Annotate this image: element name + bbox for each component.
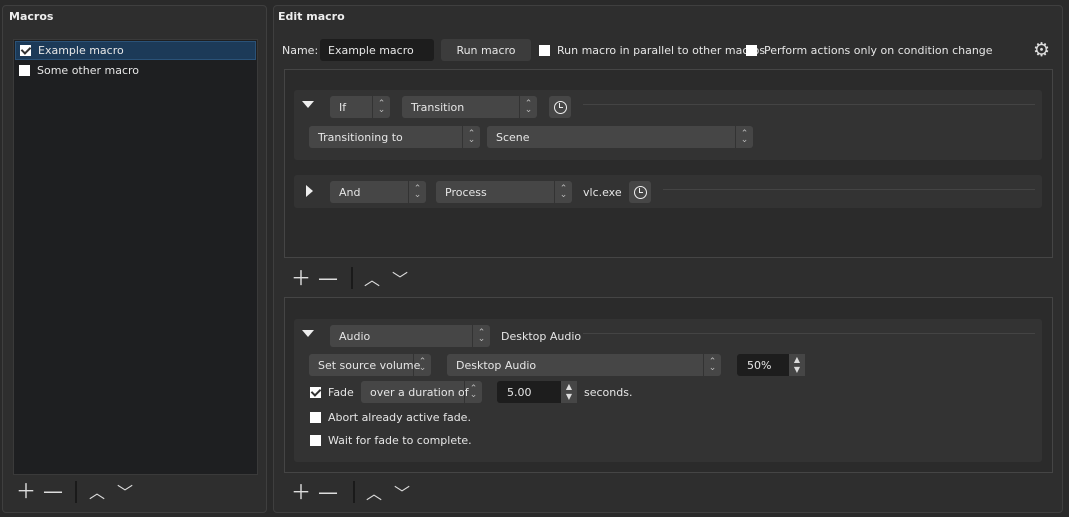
macro-enabled-checkbox[interactable]: [19, 65, 30, 76]
transition-condition-select[interactable]: Transitioning to ⌃ ⌄: [309, 126, 480, 148]
expand-triangle-icon[interactable]: [306, 185, 313, 197]
wait-option[interactable]: Wait for fade to complete.: [310, 429, 472, 451]
add-action-button[interactable]: ＋: [291, 482, 311, 502]
condition-logic-select[interactable]: If ⌃ ⌄: [330, 96, 390, 118]
condition-type-select[interactable]: Process ⌃ ⌄: [436, 181, 572, 203]
fade-mode-select[interactable]: over a duration of ⌃ ⌄: [361, 381, 482, 403]
on-change-label: Perform actions only on condition change: [764, 43, 993, 57]
macros-group: Macros Example macro Some other macro ＋ …: [2, 5, 267, 513]
wait-label: Wait for fade to complete.: [328, 433, 472, 447]
parallel-option[interactable]: Run macro in parallel to other macros: [539, 39, 765, 61]
macro-name: Example macro: [38, 44, 124, 57]
toolbar-divider: [353, 481, 355, 503]
audio-action-select[interactable]: Set source volume ⌃ ⌄: [309, 354, 431, 376]
divider-line: [583, 333, 1035, 334]
abort-option[interactable]: Abort already active fade.: [310, 406, 471, 428]
wait-checkbox[interactable]: [310, 434, 321, 446]
remove-action-button[interactable]: —: [318, 482, 338, 502]
condition-type-select[interactable]: Transition ⌃ ⌄: [402, 96, 537, 118]
fade-option[interactable]: Fade: [310, 381, 354, 403]
toolbar-divider: [75, 481, 77, 503]
abort-checkbox[interactable]: [310, 411, 321, 423]
chevron-updown-icon: ⌃ ⌄: [462, 126, 480, 148]
chevron-updown-icon: ⌃ ⌄: [703, 354, 721, 376]
spin-arrows-icon[interactable]: ▲ ▼: [561, 381, 577, 403]
macro-name-input[interactable]: Example macro: [320, 39, 434, 61]
parallel-checkbox[interactable]: [539, 44, 550, 56]
chevron-updown-icon: ⌃ ⌄: [472, 325, 490, 347]
move-condition-up-button[interactable]: ︿: [364, 270, 380, 290]
seconds-label: seconds.: [584, 385, 633, 399]
macro-list-item[interactable]: Example macro: [15, 41, 256, 60]
divider-line: [663, 189, 1035, 190]
macro-name: Some other macro: [37, 64, 140, 77]
chevron-updown-icon: ⌃ ⌄: [464, 381, 482, 403]
chevron-updown-icon: ⌃ ⌄: [413, 354, 431, 376]
divider-line: [583, 104, 1035, 105]
macro-list-item[interactable]: Some other macro: [15, 61, 256, 80]
collapse-triangle-icon[interactable]: [302, 330, 314, 337]
on-change-option[interactable]: Perform actions only on condition change: [746, 39, 993, 61]
move-macro-up-button[interactable]: ︿: [89, 483, 105, 503]
name-label: Name:: [282, 43, 319, 57]
macro-enabled-checkbox[interactable]: [20, 45, 31, 56]
action-source-label: Desktop Audio: [501, 329, 582, 343]
on-change-checkbox[interactable]: [746, 44, 757, 56]
condition-logic-select[interactable]: And ⌃ ⌄: [330, 181, 426, 203]
spin-arrows-icon[interactable]: ▲ ▼: [789, 354, 805, 376]
chevron-updown-icon: ⌃ ⌄: [408, 181, 426, 203]
move-action-down-button[interactable]: ﹀: [394, 484, 410, 504]
move-macro-down-button[interactable]: ﹀: [117, 483, 133, 503]
remove-macro-button[interactable]: —: [43, 481, 63, 501]
add-macro-button[interactable]: ＋: [16, 481, 36, 501]
macros-title: Macros: [9, 10, 54, 23]
edit-macro-title: Edit macro: [278, 10, 345, 23]
fade-label: Fade: [328, 385, 354, 399]
duration-clock-icon[interactable]: [549, 96, 571, 118]
chevron-updown-icon: ⌃ ⌄: [735, 126, 753, 148]
settings-gear-icon[interactable]: ⚙: [1033, 40, 1050, 60]
collapse-triangle-icon[interactable]: [302, 101, 314, 108]
action-type-select[interactable]: Audio ⌃ ⌄: [330, 325, 490, 347]
move-action-up-button[interactable]: ︿: [366, 484, 382, 504]
parallel-label: Run macro in parallel to other macros: [557, 43, 766, 57]
volume-spinbox[interactable]: 50% ▲ ▼: [737, 354, 805, 376]
duration-clock-icon[interactable]: [629, 181, 651, 203]
fade-checkbox[interactable]: [310, 386, 321, 398]
audio-source-select[interactable]: Desktop Audio ⌃ ⌄: [447, 354, 721, 376]
toolbar-divider: [351, 267, 353, 289]
abort-label: Abort already active fade.: [328, 410, 471, 424]
scene-select[interactable]: Scene ⌃ ⌄: [487, 126, 753, 148]
chevron-updown-icon: ⌃ ⌄: [519, 96, 537, 118]
add-condition-button[interactable]: ＋: [291, 268, 311, 288]
process-value: vlc.exe: [583, 185, 622, 199]
chevron-updown-icon: ⌃ ⌄: [554, 181, 572, 203]
duration-spinbox[interactable]: 5.00 ▲ ▼: [497, 381, 577, 403]
move-condition-down-button[interactable]: ﹀: [392, 270, 408, 290]
run-macro-button[interactable]: Run macro: [441, 39, 531, 61]
chevron-updown-icon: ⌃ ⌄: [372, 96, 390, 118]
macro-list[interactable]: Example macro Some other macro: [13, 39, 258, 475]
remove-condition-button[interactable]: —: [318, 268, 338, 288]
